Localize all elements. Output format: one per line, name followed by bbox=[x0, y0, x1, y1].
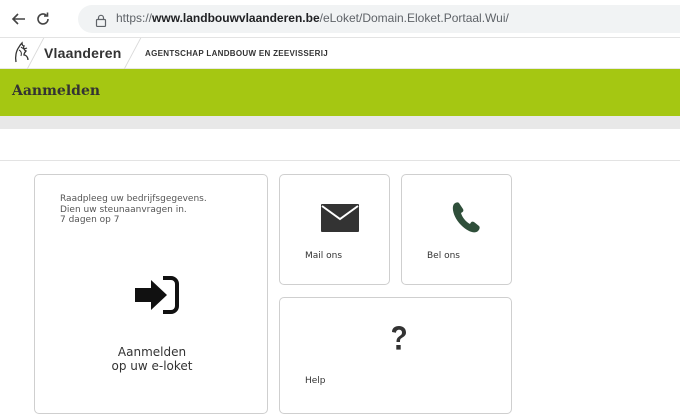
brand-name[interactable]: Vlaanderen bbox=[44, 45, 121, 61]
login-description: Raadpleeg uw bedrijfsgegevens. Dien uw s… bbox=[60, 194, 207, 226]
login-label-line: Aanmelden bbox=[117, 345, 187, 359]
login-description-line: 7 dagen op 7 bbox=[60, 215, 120, 225]
sign-in-icon bbox=[133, 275, 181, 319]
login-description-line: Raadpleeg uw bedrijfsgegevens. bbox=[60, 194, 207, 204]
phone-tile[interactable]: Bel ons bbox=[401, 174, 512, 285]
login-description-line: Dien uw steunaanvragen in. bbox=[60, 204, 187, 215]
page-title: Aanmelden bbox=[12, 83, 101, 99]
lock-icon bbox=[95, 12, 107, 31]
section-divider bbox=[0, 160, 680, 161]
login-tile[interactable]: Raadpleeg uw bedrijfsgegevens. Dien uw s… bbox=[34, 174, 268, 414]
url-text: https://www.landbouwvlaanderen.be/eLoket… bbox=[116, 11, 509, 25]
envelope-icon bbox=[321, 204, 359, 236]
site-header: Vlaanderen AGENTSCHAP LANDBOUW EN ZEEVIS… bbox=[0, 38, 680, 69]
help-label: Help bbox=[305, 376, 326, 386]
sub-banner bbox=[0, 116, 680, 129]
arrow-left-icon bbox=[11, 13, 25, 25]
url-prefix: https:// bbox=[116, 11, 153, 25]
phone-label: Bel ons bbox=[427, 251, 460, 261]
phone-icon bbox=[451, 201, 481, 237]
help-tile[interactable]: Help bbox=[279, 297, 512, 414]
url-domain: www.landbouwvlaanderen.be bbox=[152, 11, 320, 25]
login-label-line: op uw e-loket bbox=[111, 359, 193, 373]
login-label: Aanmelden op uw e-loket bbox=[35, 345, 269, 373]
browser-toolbar: https://www.landbouwvlaanderen.be/eLoket… bbox=[0, 0, 680, 38]
url-path: /eLoket/Domain.Eloket.Portaal.Wui/ bbox=[319, 11, 509, 25]
agency-name[interactable]: AGENTSCHAP LANDBOUW EN ZEEVISSERIJ bbox=[145, 49, 328, 58]
reload-icon bbox=[37, 12, 49, 25]
back-button[interactable] bbox=[8, 8, 30, 30]
mail-tile[interactable]: Mail ons bbox=[279, 174, 390, 285]
header-separator bbox=[123, 38, 142, 69]
address-bar[interactable]: https://www.landbouwvlaanderen.be/eLoket… bbox=[78, 5, 680, 33]
question-mark-icon bbox=[390, 325, 408, 357]
reload-button[interactable] bbox=[32, 8, 54, 30]
mail-label: Mail ons bbox=[305, 251, 343, 261]
title-banner: Aanmelden bbox=[0, 69, 680, 116]
